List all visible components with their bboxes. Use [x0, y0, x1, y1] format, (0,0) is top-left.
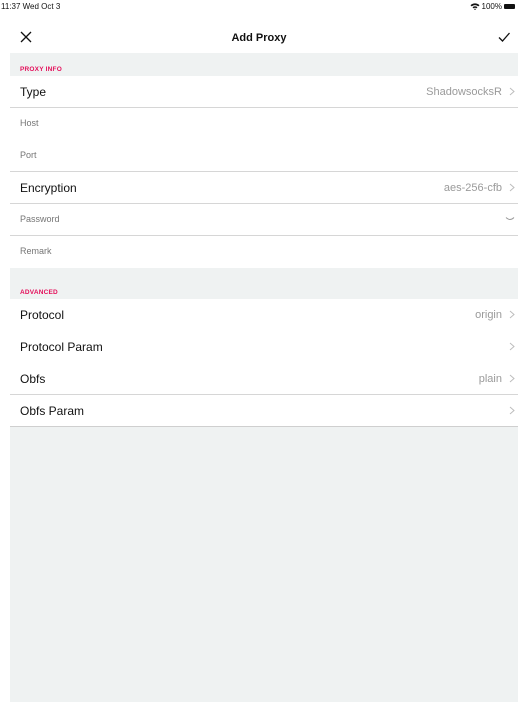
type-value: ShadowsocksR — [426, 86, 502, 98]
wifi-icon — [470, 3, 480, 10]
encryption-row[interactable]: Encryption aes-256-cfb — [10, 172, 518, 204]
battery-icon — [504, 4, 515, 9]
protocol-label: Protocol — [20, 308, 65, 322]
status-time: 11:37 Wed Oct 3 — [1, 2, 61, 11]
section-title: PROXY INFO — [20, 66, 62, 73]
port-row[interactable] — [10, 140, 518, 172]
type-label: Type — [20, 85, 47, 99]
protocol-value: origin — [475, 309, 502, 321]
navigation-bar: Add Proxy — [0, 24, 518, 52]
chevron-right-icon — [509, 342, 515, 351]
page-title: Add Proxy — [231, 32, 287, 44]
section-title: ADVANCED — [20, 289, 58, 296]
status-right: 100% — [470, 2, 515, 11]
chevron-right-icon — [509, 310, 515, 319]
chevron-right-icon — [509, 87, 515, 96]
chevron-right-icon — [509, 183, 515, 192]
obfs-param-row[interactable]: Obfs Param — [10, 395, 518, 427]
password-row[interactable] — [10, 204, 518, 236]
password-input[interactable] — [20, 214, 320, 224]
host-input[interactable] — [20, 118, 320, 128]
obfs-value: plain — [478, 373, 502, 385]
section-header-proxy-info: PROXY INFO — [10, 53, 518, 76]
remark-input[interactable] — [20, 246, 320, 256]
chevron-right-icon — [509, 406, 515, 415]
host-row[interactable] — [10, 108, 518, 140]
encryption-label: Encryption — [20, 181, 77, 195]
status-bar: 11:37 Wed Oct 3 100% — [0, 0, 518, 14]
eye-closed-icon[interactable] — [505, 216, 515, 222]
protocol-param-label: Protocol Param — [20, 340, 103, 354]
checkmark-icon[interactable] — [497, 31, 511, 43]
type-row[interactable]: Type ShadowsocksR — [10, 76, 518, 108]
protocol-param-row[interactable]: Protocol Param — [10, 331, 518, 363]
obfs-row[interactable]: Obfs plain — [10, 363, 518, 395]
settings-list: PROXY INFO Type ShadowsocksR Encryption … — [10, 53, 518, 702]
port-input[interactable] — [20, 150, 320, 160]
obfs-label: Obfs — [20, 372, 46, 386]
encryption-value: aes-256-cfb — [443, 182, 502, 194]
remark-row[interactable] — [10, 236, 518, 268]
section-header-advanced: ADVANCED — [10, 268, 518, 299]
obfs-param-label: Obfs Param — [20, 404, 85, 418]
battery-percent: 100% — [481, 2, 502, 11]
chevron-right-icon — [509, 374, 515, 383]
protocol-row[interactable]: Protocol origin — [10, 299, 518, 331]
